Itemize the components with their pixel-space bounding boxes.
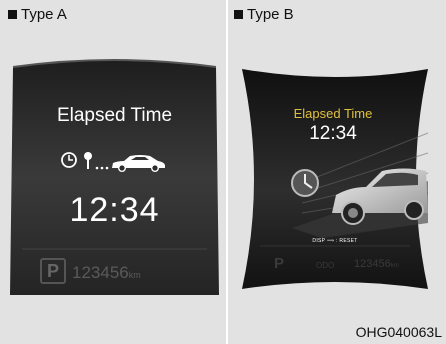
- ellipsis-dots: [95, 166, 109, 170]
- display-frame: [242, 69, 429, 289]
- odometer-unit: km: [128, 270, 141, 280]
- odometer: 123456km: [354, 258, 399, 270]
- cluster-display-type-a: Elapsed Time 12:34 P 123456km: [10, 59, 219, 295]
- caption-label: Type A: [21, 6, 67, 23]
- clock-icon: [61, 152, 77, 168]
- odometer-unit: km: [390, 263, 399, 269]
- elapsed-time-title: Elapsed Time: [56, 105, 173, 126]
- clock-icon: [291, 169, 319, 197]
- reset-hint: DISP ⟹ : RESET: [312, 238, 358, 244]
- cluster-display-type-b: Elapsed Time 12:34 DISP ⟹ : RESET P ODO …: [232, 63, 438, 295]
- figure-reference: OHG040063L: [355, 324, 442, 340]
- odometer-value: 123456: [72, 263, 129, 282]
- square-bullet-icon: [8, 10, 17, 19]
- parking-indicator: P: [40, 258, 66, 284]
- odometer-value: 123456: [354, 258, 391, 270]
- elapsed-time-title: Elapsed Time: [293, 106, 373, 121]
- odometer-label: ODO: [316, 261, 335, 270]
- elapsed-time-value: 12:34: [69, 191, 160, 229]
- caption-type-b: Type B: [234, 6, 294, 23]
- car-icon: [112, 155, 165, 173]
- odometer: 123456km: [72, 263, 141, 283]
- caption-type-a: Type A: [8, 6, 67, 23]
- caption-label: Type B: [247, 6, 294, 23]
- elapsed-time-value: 12:34: [309, 123, 357, 144]
- panel-type-a: Type A Elapsed Time 12:34 P 123456km: [0, 0, 226, 344]
- parking-indicator: P: [274, 255, 285, 272]
- square-bullet-icon: [234, 10, 243, 19]
- panel-type-b: Type B Elapsed Time 12:34 DISP ⟹: RESET…: [228, 0, 446, 344]
- location-pin-icon: [84, 152, 92, 169]
- trip-icons: [61, 152, 165, 173]
